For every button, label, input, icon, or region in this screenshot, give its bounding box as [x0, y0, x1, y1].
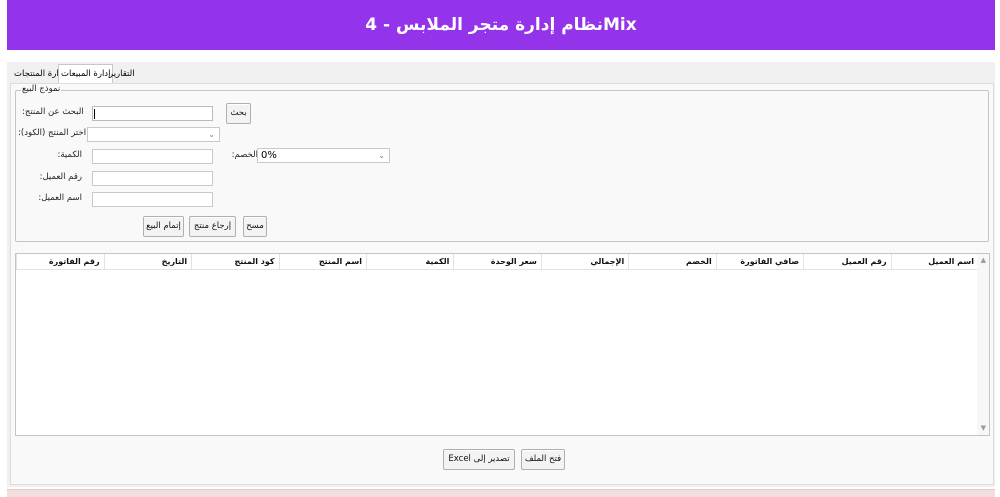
tab-reports[interactable]: التقارير [107, 65, 137, 83]
app-title: نظام إدارة متجر الملابس - 4Mix [365, 15, 637, 35]
search-button[interactable]: بحث [226, 103, 251, 124]
sale-form-legend: نموذج البيع [21, 84, 62, 94]
quantity-input[interactable] [92, 149, 213, 164]
return-product-button[interactable]: إرجاع منتج [189, 216, 236, 237]
customer-name-label: :اسم العميل [38, 193, 82, 203]
chevron-down-icon: ⌄ [378, 151, 385, 160]
export-excel-button[interactable]: Excel تصدير إلى [443, 449, 515, 470]
column-product-code[interactable]: كود المنتج [191, 254, 279, 270]
column-discount[interactable]: الخصم [628, 254, 716, 270]
product-select[interactable]: ⌄ [87, 127, 220, 142]
app-header: نظام إدارة متجر الملابس - 4Mix [7, 0, 995, 50]
discount-label: :الخصم [231, 150, 258, 160]
column-invoice-number[interactable]: رقم الفاتورة [16, 254, 104, 270]
open-file-button[interactable]: فتح الملف [521, 449, 565, 470]
search-input[interactable] [92, 106, 213, 121]
column-customer-name[interactable]: اسم العميل [890, 254, 978, 270]
quantity-label: :الكمية [57, 150, 82, 160]
column-total[interactable]: الإجمالي [540, 254, 629, 270]
sale-form-group: نموذج البيع :البحث عن المنتج بحث :اختر ا… [15, 84, 989, 242]
chevron-down-icon: ⌄ [208, 130, 215, 139]
column-product-name[interactable]: اسم المنتج [278, 254, 366, 270]
tab-sales[interactable]: إدارة المبيعات [58, 64, 114, 84]
customer-number-input[interactable] [92, 171, 213, 186]
table-scrollbar[interactable]: ▲ ▼ [977, 254, 989, 435]
sales-table: اسم العميل رقم العميل صافي الفاتورة الخص… [15, 253, 990, 436]
clear-button[interactable]: مسح [243, 216, 267, 237]
column-quantity[interactable]: الكمية [365, 254, 454, 270]
footer-strip [7, 489, 995, 497]
customer-number-label: :رقم العميل [39, 172, 82, 182]
search-label: :البحث عن المنتج [22, 107, 84, 117]
column-customer-number[interactable]: رقم العميل [803, 254, 891, 270]
table-header: اسم العميل رقم العميل صافي الفاتورة الخص… [16, 254, 978, 270]
scroll-down-icon[interactable]: ▼ [981, 424, 986, 432]
column-unit-price[interactable]: سعر الوحدة [453, 254, 541, 270]
complete-sale-button[interactable]: إتمام البيع [143, 216, 184, 237]
product-select-label: :اختر المنتج (الكود) [18, 128, 87, 138]
column-date[interactable]: التاريخ [103, 254, 192, 270]
sales-panel: نموذج البيع :البحث عن المنتج بحث :اختر ا… [10, 83, 994, 485]
text-caret [94, 109, 95, 119]
customer-name-input[interactable] [92, 192, 213, 207]
scroll-up-icon[interactable]: ▲ [981, 256, 986, 264]
main-window: إدارة المنتجات إدارة المبيعات التقارير ن… [7, 62, 995, 487]
discount-select[interactable]: 0% ⌄ [257, 148, 390, 163]
column-net-total[interactable]: صافي الفاتورة [715, 254, 804, 270]
